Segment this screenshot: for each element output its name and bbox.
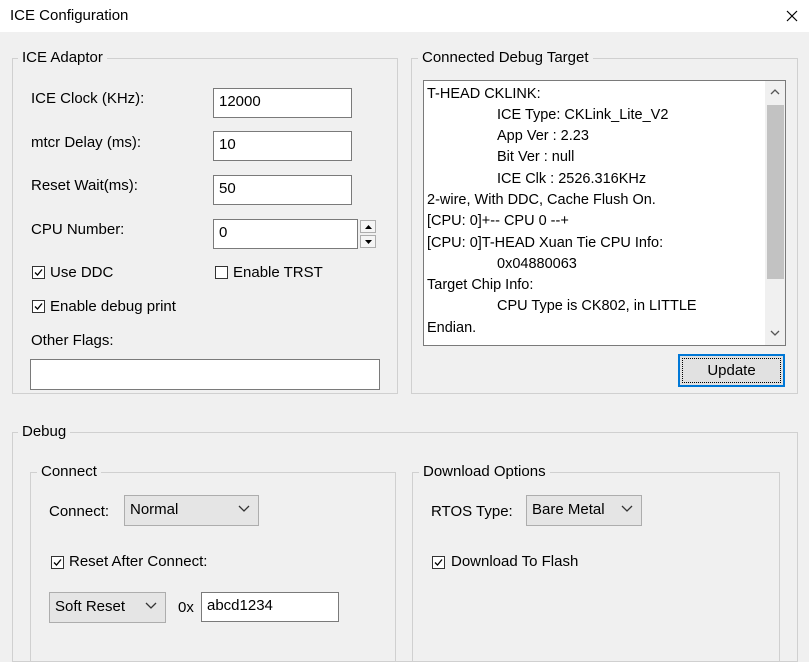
ice-clock-label: ICE Clock (KHz): <box>31 90 145 107</box>
cpu-number-label: CPU Number: <box>31 221 125 238</box>
log-line: ICE Type: CKLink_Lite_V2 <box>497 107 669 123</box>
debug-target-log[interactable]: T-HEAD CKLINK: ICE Type: CKLink_Lite_V2 … <box>423 80 786 346</box>
close-button[interactable] <box>774 0 809 32</box>
reset-wait-input[interactable]: 50 <box>213 175 352 205</box>
chevron-down-icon <box>770 330 780 336</box>
chevron-down-icon <box>621 505 633 512</box>
mtcr-delay-label: mtcr Delay (ms): <box>31 134 141 151</box>
enable-trst-label[interactable]: Enable TRST <box>233 264 323 281</box>
title-bar: ICE Configuration <box>0 0 809 32</box>
checkmark-icon <box>53 559 62 566</box>
download-to-flash-label[interactable]: Download To Flash <box>451 553 578 570</box>
enable-debug-print-label[interactable]: Enable debug print <box>50 298 176 315</box>
chevron-down-icon <box>364 239 372 244</box>
connect-select[interactable]: Normal <box>124 495 259 526</box>
rtos-type-select[interactable]: Bare Metal <box>526 495 642 526</box>
log-scrollbar[interactable] <box>765 81 785 345</box>
log-line: T-HEAD CKLINK: <box>427 86 541 102</box>
log-line: CPU Type is CK802, in LITTLE <box>497 298 697 314</box>
checkmark-icon <box>434 559 443 566</box>
rtos-type-select-value: Bare Metal <box>532 501 605 518</box>
other-flags-label: Other Flags: <box>31 332 114 349</box>
rtos-type-label: RTOS Type: <box>431 503 513 520</box>
reset-after-connect-checkbox[interactable] <box>51 556 64 569</box>
reset-type-select[interactable]: Soft Reset <box>49 592 166 623</box>
debug-group-label: Debug <box>18 423 71 440</box>
use-ddc-checkbox[interactable] <box>32 266 45 279</box>
log-line: 2-wire, With DDC, Cache Flush On. <box>427 192 656 208</box>
cpu-number-increment-button[interactable] <box>360 220 376 233</box>
checkmark-icon <box>34 269 43 276</box>
close-icon <box>786 10 797 22</box>
download-to-flash-checkbox[interactable] <box>432 556 445 569</box>
chevron-down-icon <box>238 505 250 512</box>
ice-clock-input[interactable]: 12000 <box>213 88 352 118</box>
log-line: 0x04880063 <box>497 256 577 272</box>
connect-group-label: Connect <box>37 463 101 480</box>
checkmark-icon <box>34 303 43 310</box>
debug-target-group-label: Connected Debug Target <box>418 49 593 66</box>
cpu-number-decrement-button[interactable] <box>360 235 376 248</box>
window-title: ICE Configuration <box>10 7 129 24</box>
chevron-up-icon <box>364 224 372 229</box>
connect-select-value: Normal <box>130 501 179 518</box>
chevron-down-icon <box>145 602 157 609</box>
cpu-number-input[interactable]: 0 <box>213 219 358 249</box>
other-flags-input[interactable] <box>30 359 380 390</box>
update-button-label: Update <box>707 362 756 379</box>
log-line: [CPU: 0]+-- CPU 0 --+ <box>427 213 569 229</box>
update-button[interactable]: Update <box>678 354 785 387</box>
log-scrollbar-thumb[interactable] <box>767 105 784 279</box>
reset-type-select-value: Soft Reset <box>55 598 126 615</box>
reset-address-input[interactable]: abcd1234 <box>201 592 339 622</box>
chevron-up-icon <box>770 89 780 95</box>
reset-wait-label: Reset Wait(ms): <box>31 177 138 194</box>
mtcr-delay-input[interactable]: 10 <box>213 131 352 161</box>
ice-adaptor-group-label: ICE Adaptor <box>18 49 107 66</box>
log-line: ICE Clk : 2526.316KHz <box>497 171 647 187</box>
use-ddc-label[interactable]: Use DDC <box>50 264 113 281</box>
connect-label: Connect: <box>49 503 110 520</box>
enable-trst-checkbox[interactable] <box>215 266 228 279</box>
log-line: Endian. <box>427 320 477 336</box>
enable-debug-print-checkbox[interactable] <box>32 300 45 313</box>
hex-prefix-label: 0x <box>178 599 194 616</box>
log-line: Target Chip Info: <box>427 277 534 293</box>
log-line: Bit Ver : null <box>497 149 575 165</box>
log-line: App Ver : 2.23 <box>497 128 589 144</box>
log-line: [CPU: 0]T-HEAD Xuan Tie CPU Info: <box>427 235 664 251</box>
reset-after-connect-label[interactable]: Reset After Connect: <box>69 553 207 570</box>
download-options-group-label: Download Options <box>419 463 550 480</box>
